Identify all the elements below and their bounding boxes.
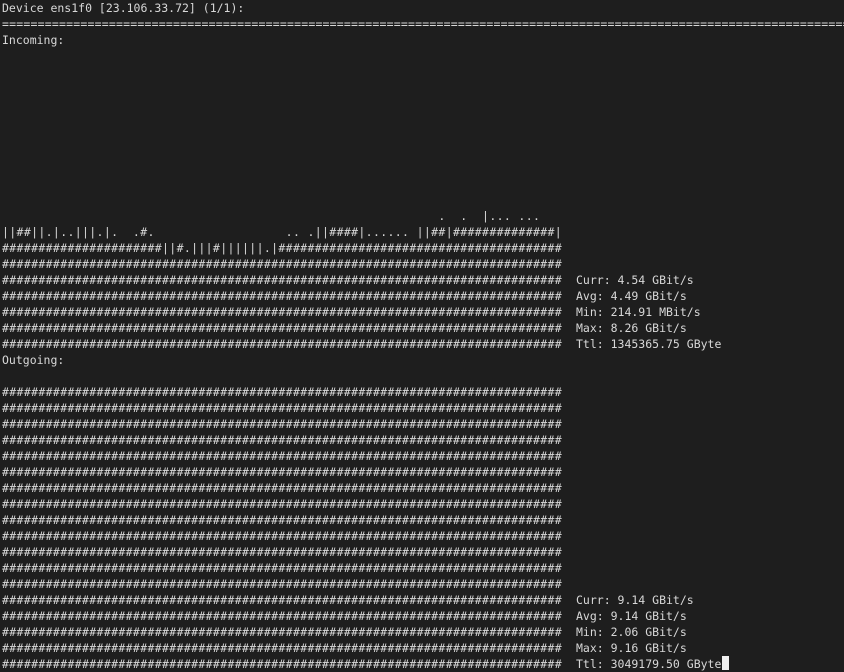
outgoing-graph-row: ########################################…: [2, 464, 844, 480]
incoming-stat-ttl-text: Ttl: 1345365.75 GByte: [576, 337, 722, 351]
incoming-graph-bars: ########################################…: [2, 273, 562, 287]
outgoing-graph-row: ########################################…: [2, 560, 844, 576]
incoming-graph-row: ########################################…: [2, 336, 844, 352]
outgoing-stat-curr-text: Curr: 9.14 GBit/s: [576, 593, 694, 607]
incoming-stat-max-text: Max: 8.26 GBit/s: [576, 321, 687, 335]
terminal-cursor: [722, 656, 730, 670]
incoming-graph-row: [2, 96, 844, 112]
incoming-graph-row: [2, 64, 844, 80]
incoming-graph-bars: ########################################…: [2, 337, 562, 351]
incoming-graph-row: [2, 176, 844, 192]
incoming-graph-row: [2, 112, 844, 128]
incoming-graph-row: [2, 80, 844, 96]
outgoing-graph-row: ########################################…: [2, 416, 844, 432]
outgoing-graph-bars: ########################################…: [2, 577, 562, 591]
outgoing-graph: ########################################…: [2, 368, 844, 672]
outgoing-graph-bars: ########################################…: [2, 433, 562, 447]
outgoing-graph-row: ########################################…: [2, 576, 844, 592]
incoming-stat-avg-text: Avg: 4.49 GBit/s: [576, 289, 687, 303]
outgoing-graph-bars: ########################################…: [2, 641, 562, 655]
incoming-graph-row: ########################################…: [2, 304, 844, 320]
outgoing-stat-ttl-text: Ttl: 3049179.50 GByte: [576, 657, 722, 671]
outgoing-graph-row: ########################################…: [2, 656, 844, 672]
terminal-window[interactable]: Device ens1f0 [23.106.33.72] (1/1): ====…: [2, 0, 844, 672]
incoming-stat-curr: Curr: 4.54 GBit/s: [576, 272, 694, 288]
outgoing-graph-row: ########################################…: [2, 592, 844, 608]
outgoing-graph-bars: ########################################…: [2, 385, 562, 399]
outgoing-graph-row: ########################################…: [2, 512, 844, 528]
outgoing-graph-row: ########################################…: [2, 640, 844, 656]
incoming-graph: . . |... ... ||##||.|..|||.|. .#. .. .||#…: [2, 48, 844, 352]
incoming-stat-ttl: Ttl: 1345365.75 GByte: [576, 336, 721, 352]
outgoing-graph-bars: ########################################…: [2, 561, 562, 575]
device-title: Device ens1f0 [23.106.33.72] (1/1):: [2, 1, 245, 15]
incoming-graph-bars: ########################################…: [2, 321, 562, 335]
outgoing-stat-avg-text: Avg: 9.14 GBit/s: [576, 609, 687, 623]
outgoing-graph-row: [2, 368, 844, 384]
outgoing-graph-row: ########################################…: [2, 624, 844, 640]
outgoing-graph-bars: ########################################…: [2, 513, 562, 527]
incoming-stat-min-text: Min: 214.91 MBit/s: [576, 305, 701, 319]
outgoing-graph-row: ########################################…: [2, 496, 844, 512]
outgoing-label: Outgoing:: [2, 353, 65, 367]
outgoing-graph-row: ########################################…: [2, 384, 844, 400]
incoming-stat-max: Max: 8.26 GBit/s: [576, 320, 687, 336]
outgoing-stat-avg: Avg: 9.14 GBit/s: [576, 608, 687, 624]
outgoing-graph-row: ########################################…: [2, 608, 844, 624]
outgoing-stat-curr: Curr: 9.14 GBit/s: [576, 592, 694, 608]
incoming-graph-bars: ||##||.|..|||.|. .#. .. .||####|...... |…: [2, 225, 562, 239]
incoming-graph-row: [2, 128, 844, 144]
outgoing-graph-bars: ########################################…: [2, 401, 562, 415]
incoming-graph-row: [2, 144, 844, 160]
incoming-stat-avg: Avg: 4.49 GBit/s: [576, 288, 687, 304]
outgoing-stat-min: Min: 2.06 GBit/s: [576, 624, 687, 640]
outgoing-graph-bars: ########################################…: [2, 417, 562, 431]
outgoing-graph-bars: ########################################…: [2, 625, 562, 639]
outgoing-graph-bars: ########################################…: [2, 465, 562, 479]
outgoing-graph-row: ########################################…: [2, 528, 844, 544]
outgoing-graph-bars: ########################################…: [2, 545, 562, 559]
incoming-graph-bars: ########################################…: [2, 257, 562, 271]
outgoing-graph-bars: ########################################…: [2, 497, 562, 511]
incoming-graph-row: . . |... ...: [2, 208, 844, 224]
outgoing-graph-bars: ########################################…: [2, 529, 562, 543]
outgoing-graph-bars: ########################################…: [2, 449, 562, 463]
outgoing-graph-row: ########################################…: [2, 448, 844, 464]
separator-line: ========================================…: [2, 17, 844, 31]
outgoing-stat-max-text: Max: 9.16 GBit/s: [576, 641, 687, 655]
incoming-label: Incoming:: [2, 33, 65, 47]
incoming-graph-row: [2, 160, 844, 176]
outgoing-graph-row: ########################################…: [2, 480, 844, 496]
incoming-graph-row: ########################################…: [2, 288, 844, 304]
incoming-graph-row: [2, 48, 844, 64]
outgoing-graph-bars: ########################################…: [2, 657, 562, 671]
outgoing-graph-bars: ########################################…: [2, 609, 562, 623]
incoming-stat-curr-text: Curr: 4.54 GBit/s: [576, 273, 694, 287]
incoming-graph-row: ######################||#.|||#||||||.|##…: [2, 240, 844, 256]
incoming-graph-row: ########################################…: [2, 272, 844, 288]
incoming-graph-bars: ######################||#.|||#||||||.|##…: [2, 241, 562, 255]
outgoing-stat-ttl: Ttl: 3049179.50 GByte: [576, 656, 730, 672]
incoming-graph-row: [2, 192, 844, 208]
outgoing-graph-row: ########################################…: [2, 432, 844, 448]
outgoing-graph-row: ########################################…: [2, 544, 844, 560]
outgoing-graph-bars: ########################################…: [2, 593, 562, 607]
incoming-graph-bars: . . |... ...: [2, 209, 541, 223]
incoming-graph-bars: ########################################…: [2, 305, 562, 319]
outgoing-graph-row: ########################################…: [2, 400, 844, 416]
incoming-graph-bars: ########################################…: [2, 289, 562, 303]
incoming-stat-min: Min: 214.91 MBit/s: [576, 304, 701, 320]
outgoing-graph-bars: ########################################…: [2, 481, 562, 495]
incoming-graph-row: ||##||.|..|||.|. .#. .. .||####|...... |…: [2, 224, 844, 240]
outgoing-stat-min-text: Min: 2.06 GBit/s: [576, 625, 687, 639]
incoming-graph-row: ########################################…: [2, 320, 844, 336]
outgoing-stat-max: Max: 9.16 GBit/s: [576, 640, 687, 656]
incoming-graph-row: ########################################…: [2, 256, 844, 272]
